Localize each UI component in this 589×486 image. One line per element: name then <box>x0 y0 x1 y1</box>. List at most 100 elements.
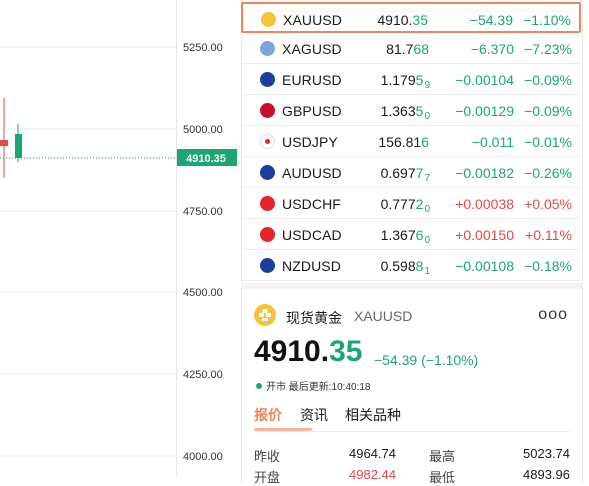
price-tail: 8 <box>415 258 424 274</box>
y-axis-tick-label: 4000.00 <box>183 451 223 463</box>
price-tail: 2 <box>415 196 424 212</box>
last-price: 81.768 <box>386 41 430 57</box>
price-tail: 68 <box>413 41 429 57</box>
change: +0.00038 <box>455 196 514 212</box>
watchlist: XAUUSD 4910.35 −54.39 −1.10% XAGUSD 81.768 −6.… <box>241 0 583 281</box>
gold-icon <box>254 304 276 326</box>
instrument-code: XAUUSD <box>354 308 413 324</box>
price-main: 81.7 <box>386 41 414 57</box>
price-sub: 0 <box>424 111 430 122</box>
price-tail: 5 <box>415 72 424 88</box>
symbol: AUDUSD <box>282 165 342 181</box>
symbol: USDJPY <box>282 134 338 150</box>
symbol: XAGUSD <box>282 41 342 57</box>
watchlist-row-usdcad[interactable]: USDCAD 1.36760 +0.00150 +0.11% <box>242 219 580 250</box>
last-price: 0.69777 <box>380 165 430 184</box>
change: −6.370 <box>470 41 514 57</box>
change: +0.00150 <box>455 227 514 243</box>
price-tail: 6 <box>421 134 429 150</box>
price-sub: 1 <box>424 266 430 277</box>
instrument-name: 现货黄金 <box>286 310 342 326</box>
y-axis-tick-label: 5000.00 <box>183 124 223 136</box>
tab-related[interactable]: 相关品种 <box>345 405 401 425</box>
jp-flag-icon <box>260 134 275 149</box>
change: −0.00104 <box>455 72 514 88</box>
change-percent: −0.09% <box>524 72 572 88</box>
price-sub: 0 <box>424 204 430 215</box>
watchlist-row-usdchf[interactable]: USDCHF 0.77720 +0.00038 +0.05% <box>242 188 580 219</box>
price-main: 156.81 <box>378 134 422 150</box>
price-sub: 0 <box>424 235 430 246</box>
price-main: 1.363 <box>380 103 416 119</box>
last-price: 1.36760 <box>381 227 430 246</box>
change: −0.00108 <box>455 258 514 274</box>
price-main: 0.697 <box>380 165 416 181</box>
change-percent: +0.11% <box>525 227 572 243</box>
change-percent: −7.23% <box>524 41 572 57</box>
y-axis-tick-label: 5250.00 <box>183 42 223 54</box>
y-axis-tick-label: 4750.00 <box>183 206 223 218</box>
more-options-icon[interactable]: ooo <box>538 306 568 324</box>
detail-price: 4910.35 <box>254 335 362 369</box>
ca-flag-icon <box>260 227 275 242</box>
change: −54.39 <box>469 12 513 28</box>
price-tail: 7 <box>415 165 424 181</box>
candle-body <box>0 140 8 146</box>
symbol: GBPUSD <box>282 103 342 119</box>
uk-flag-icon <box>260 103 275 118</box>
eu-flag-icon <box>260 72 275 87</box>
price-tail: 5 <box>415 103 424 119</box>
last-price: 1.17959 <box>380 72 430 91</box>
last-price: 4910.35 <box>377 12 429 28</box>
au-flag-icon <box>260 165 275 180</box>
watchlist-row-nzdusd[interactable]: NZDUSD 0.59881 −0.00108 −0.18% <box>242 250 580 281</box>
watchlist-row-eurusd[interactable]: EURUSD 1.17959 −0.00104 −0.09% <box>242 64 580 95</box>
price-main: 1.179 <box>380 72 416 88</box>
symbol: XAUUSD <box>283 12 342 28</box>
last-price: 1.36350 <box>380 103 430 122</box>
stat-value: 4982.44 <box>349 467 396 482</box>
stat-value: 5023.74 <box>523 446 570 461</box>
watchlist-row-audusd[interactable]: AUDUSD 0.69777 −0.00182 −0.26% <box>242 157 580 188</box>
change-percent: −0.09% <box>524 103 572 119</box>
symbol: NZDUSD <box>282 258 341 274</box>
gold-icon <box>261 12 276 27</box>
tab-quote[interactable]: 报价 <box>254 405 282 425</box>
change: −0.00182 <box>455 165 514 181</box>
market-status-text: 开市 <box>266 382 286 393</box>
tabs-divider <box>254 431 570 432</box>
current-price-tag-label: 4910.35 <box>186 153 226 165</box>
chart-canvas: 5250.00 5000.00 4750.00 4500.00 4250.00 4000.… <box>0 0 237 477</box>
price-main: 4910. <box>377 12 413 28</box>
watchlist-row-usdjpy[interactable]: USDJPY 156.816 −0.011 −0.01% <box>242 126 580 157</box>
watchlist-row-gbpusd[interactable]: GBPUSD 1.36350 −0.00129 −0.09% <box>242 95 580 126</box>
symbol: USDCHF <box>282 196 341 212</box>
detail-change: −54.39 (−1.10%) <box>374 352 479 368</box>
tab-news[interactable]: 资讯 <box>300 405 328 425</box>
stat-value: 4964.74 <box>349 446 396 461</box>
change: −0.00129 <box>455 103 514 119</box>
symbol: USDCAD <box>282 227 342 243</box>
price-tail: 35 <box>412 12 428 28</box>
ch-flag-icon <box>260 196 275 211</box>
detail-price-tail: 35 <box>329 335 363 368</box>
silver-icon <box>260 41 275 56</box>
change-percent: −1.10% <box>523 12 571 28</box>
last-price: 0.77720 <box>381 196 430 215</box>
nz-flag-icon <box>260 258 275 273</box>
last-price: 0.59881 <box>380 258 430 277</box>
price-sub: 7 <box>424 173 430 184</box>
watchlist-row-xagusd[interactable]: XAGUSD 81.768 −6.370 −7.23% <box>242 33 580 64</box>
watchlist-row-xauusd[interactable]: XAUUSD 4910.35 −54.39 −1.10% <box>241 2 581 33</box>
change-percent: −0.26% <box>524 165 572 181</box>
price-chart[interactable]: 5250.00 5000.00 4750.00 4500.00 4250.00 4000.… <box>0 0 240 477</box>
last-updated: 最后更新:10:40:18 <box>288 382 371 393</box>
current-price-tag: 4910.35 <box>177 149 237 166</box>
y-axis-tick-label: 4250.00 <box>183 369 223 381</box>
detail-price-main: 4910. <box>254 335 330 368</box>
price-tail: 6 <box>415 227 424 243</box>
price-sub: 9 <box>424 80 430 91</box>
detail-panel: 现货黄金 XAUUSD ooo 4910.35 −54.39 (−1.10%) … <box>241 283 583 485</box>
price-main: 0.598 <box>380 258 416 274</box>
change-percent: −0.01% <box>524 134 572 150</box>
